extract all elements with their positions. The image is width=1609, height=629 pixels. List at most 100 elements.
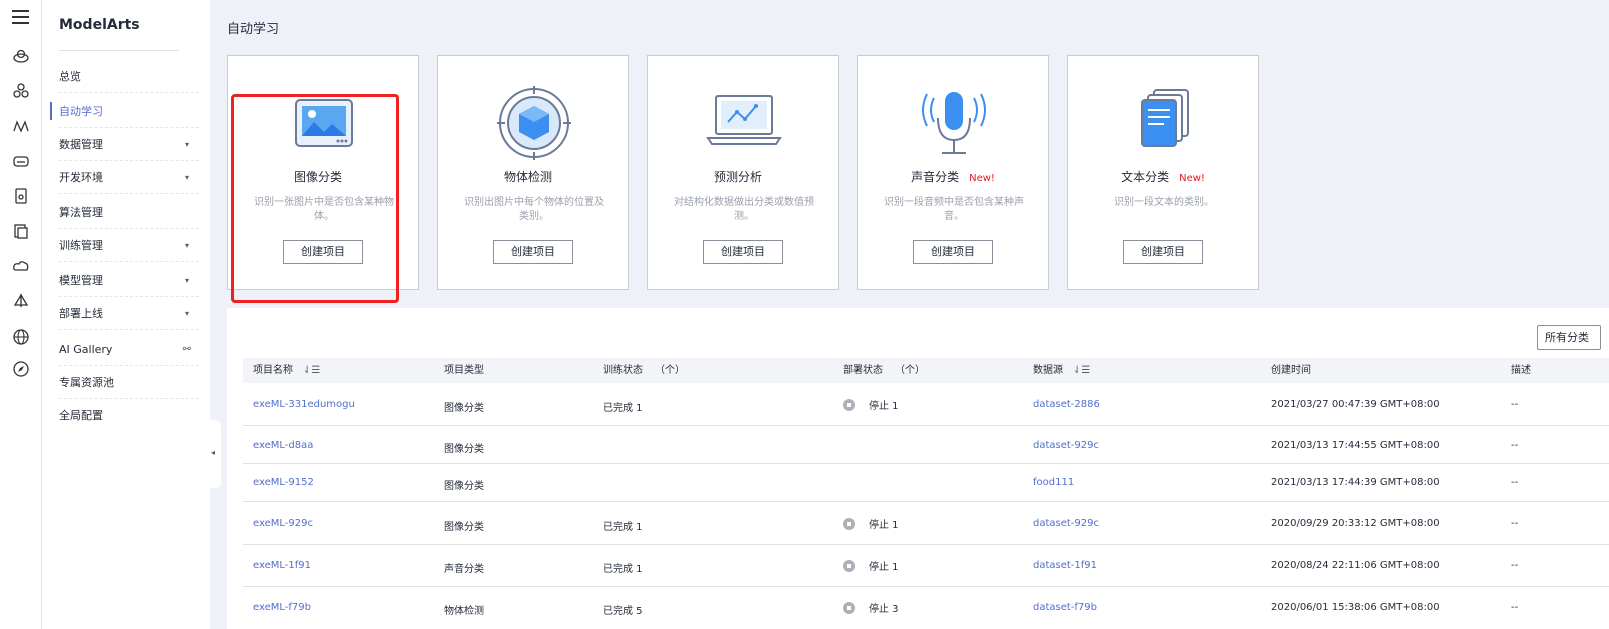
stopped-status-icon bbox=[843, 518, 855, 530]
dataset-link[interactable]: food111 bbox=[1033, 477, 1074, 488]
dataset-link[interactable]: dataset-929c bbox=[1033, 440, 1099, 451]
card-object-detection[interactable]: 物体检测 识别出图片中每个物体的位置及类别。 创建项目 bbox=[437, 55, 629, 290]
created-time: 2020/08/24 22:11:06 GMT+08:00 bbox=[1271, 560, 1440, 571]
sidebar-item-resource-pool[interactable]: 专属资源池 bbox=[59, 366, 199, 399]
column-header-dataset[interactable]: 数据源 ⇃☰ bbox=[1033, 358, 1090, 383]
sidebar-item-models[interactable]: 模型管理 ▾ bbox=[59, 264, 199, 297]
menu-icon[interactable] bbox=[12, 10, 29, 24]
sidebar-item-label: 全局配置 bbox=[59, 409, 103, 422]
table-row: exeML-331edumogu 图像分类 已完成 1 停止 1 dataset… bbox=[243, 383, 1609, 426]
card-description: 识别一段音频中是否包含某种声音。 bbox=[884, 197, 1024, 222]
stopped-status-icon bbox=[843, 560, 855, 572]
card-predictive-analysis[interactable]: 预测分析 对结构化数据做出分类或数值预测。 创建项目 bbox=[647, 55, 839, 290]
sidebar-item-label: 总览 bbox=[59, 70, 81, 83]
project-name-link[interactable]: exeML-9152 bbox=[253, 477, 314, 488]
card-sound-classification[interactable]: 声音分类 New! 识别一段音频中是否包含某种声音。 创建项目 bbox=[857, 55, 1049, 290]
table-row: exeML-d8aa 图像分类 dataset-929c 2021/03/13 … bbox=[243, 426, 1609, 464]
main-content: 自动学习 图像分类 识别一张图片中是否包含某种物体。 创建项目 物体检测 识别出… bbox=[210, 0, 1609, 629]
chevron-down-icon: ▾ bbox=[184, 309, 189, 318]
stopped-status-icon bbox=[843, 399, 855, 411]
sidebar-item-label: 自动学习 bbox=[59, 105, 103, 118]
sidebar: ModelArts 总览 自动学习 数据管理 ▾ 开发环境 ▾ 算法管理 训练管理 ▾… bbox=[42, 0, 210, 629]
nodes-icon[interactable] bbox=[12, 117, 30, 135]
description: -- bbox=[1511, 518, 1519, 529]
network-icon[interactable] bbox=[12, 82, 30, 100]
project-type: 图像分类 bbox=[444, 522, 484, 533]
sidebar-item-label: 算法管理 bbox=[59, 206, 103, 219]
brand-title: ModelArts bbox=[59, 17, 140, 33]
sidebar-item-label: 模型管理 bbox=[59, 274, 103, 287]
sidebar-item-ai-gallery[interactable]: AI Gallery ⚯ bbox=[59, 333, 199, 366]
created-time: 2020/06/01 15:38:06 GMT+08:00 bbox=[1271, 602, 1440, 613]
stopped-status-icon bbox=[843, 602, 855, 614]
card-description: 对结构化数据做出分类或数值预测。 bbox=[674, 197, 814, 222]
card-text-classification[interactable]: 文本分类 New! 识别一段文本的类别。 创建项目 bbox=[1067, 55, 1259, 290]
description: -- bbox=[1511, 399, 1519, 410]
table-row: exeML-929c 图像分类 已完成 1 停止 1 dataset-929c … bbox=[243, 502, 1609, 545]
sidebar-item-label: 开发环境 bbox=[59, 171, 103, 184]
external-link-icon: ⚯ bbox=[182, 344, 191, 355]
sidebar-item-overview[interactable]: 总览 bbox=[59, 60, 199, 93]
create-project-button[interactable]: 创建项目 bbox=[703, 240, 783, 264]
sidebar-item-training[interactable]: 训练管理 ▾ bbox=[59, 229, 199, 262]
divider bbox=[59, 50, 179, 51]
cloud-service-icon[interactable] bbox=[12, 47, 30, 65]
created-time: 2021/03/27 00:47:39 GMT+08:00 bbox=[1271, 399, 1440, 410]
sidebar-item-deploy[interactable]: 部署上线 ▾ bbox=[59, 297, 199, 330]
create-project-button[interactable]: 创建项目 bbox=[1123, 240, 1203, 264]
globe-icon[interactable] bbox=[12, 328, 30, 346]
card-title: 预测分析 bbox=[713, 170, 762, 184]
deploy-status: 停止 1 bbox=[843, 397, 899, 412]
text-classification-icon bbox=[1124, 86, 1204, 161]
cloud-icon[interactable] bbox=[12, 257, 30, 275]
storage-icon[interactable] bbox=[12, 187, 30, 205]
column-header-name[interactable]: 项目名称 ⇃☰ bbox=[253, 358, 320, 383]
project-name-link[interactable]: exeML-f79b bbox=[253, 602, 311, 613]
train-status: 已完成 1 bbox=[603, 403, 643, 414]
card-title: 物体检测 bbox=[503, 170, 552, 184]
deploy-status: 停止 3 bbox=[843, 600, 899, 615]
sidebar-item-global-config[interactable]: 全局配置 bbox=[59, 399, 199, 432]
dataset-link[interactable]: dataset-2886 bbox=[1033, 399, 1100, 410]
project-name-link[interactable]: exeML-929c bbox=[253, 518, 313, 529]
chevron-down-icon: ▾ bbox=[184, 276, 189, 285]
train-status: 已完成 5 bbox=[603, 606, 643, 617]
description: -- bbox=[1511, 560, 1519, 571]
sidebar-item-label: 专属资源池 bbox=[59, 376, 114, 389]
dataset-link[interactable]: dataset-929c bbox=[1033, 518, 1099, 529]
new-badge: New! bbox=[969, 173, 995, 184]
project-name-link[interactable]: exeML-331edumogu bbox=[253, 399, 355, 410]
predictive-analysis-icon bbox=[704, 86, 784, 161]
database-icon[interactable] bbox=[12, 152, 30, 170]
sidebar-collapse-handle[interactable]: ◂ bbox=[209, 420, 221, 488]
card-description: 识别出图片中每个物体的位置及类别。 bbox=[464, 197, 604, 222]
table-row: exeML-9152 图像分类 food111 2021/03/13 17:44… bbox=[243, 464, 1609, 502]
created-time: 2021/03/13 17:44:55 GMT+08:00 bbox=[1271, 440, 1440, 451]
project-name-link[interactable]: exeML-1f91 bbox=[253, 560, 311, 571]
train-status: 已完成 1 bbox=[603, 522, 643, 533]
sail-icon[interactable] bbox=[12, 292, 30, 310]
chevron-down-icon: ▾ bbox=[184, 241, 189, 250]
description: -- bbox=[1511, 440, 1519, 451]
page-title: 自动学习 bbox=[227, 22, 280, 37]
sidebar-item-data-management[interactable]: 数据管理 ▾ bbox=[59, 128, 199, 161]
column-header-created: 创建时间 bbox=[1271, 365, 1311, 376]
project-type: 图像分类 bbox=[444, 444, 484, 455]
table-header: 项目名称 ⇃☰ 项目类型 训练状态 （个） 部署状态 （个） 数据源 ⇃☰ 创建时间 描… bbox=[243, 358, 1609, 383]
project-name-link[interactable]: exeML-d8aa bbox=[253, 440, 313, 451]
sidebar-item-label: AI Gallery bbox=[59, 343, 113, 356]
sidebar-item-auto-learning[interactable]: 自动学习 bbox=[59, 95, 199, 128]
category-filter-select[interactable]: 所有分类 bbox=[1537, 325, 1601, 350]
create-project-button[interactable]: 创建项目 bbox=[913, 240, 993, 264]
chevron-down-icon: ▾ bbox=[184, 173, 189, 182]
compass-icon[interactable] bbox=[12, 360, 30, 378]
document-icon[interactable] bbox=[12, 222, 30, 240]
object-detection-icon bbox=[494, 86, 574, 161]
dataset-link[interactable]: dataset-1f91 bbox=[1033, 560, 1097, 571]
sidebar-item-dev-env[interactable]: 开发环境 ▾ bbox=[59, 161, 199, 194]
sidebar-item-algorithm[interactable]: 算法管理 bbox=[59, 196, 199, 229]
active-indicator bbox=[50, 102, 52, 120]
create-project-button[interactable]: 创建项目 bbox=[493, 240, 573, 264]
table-row: exeML-f79b 物体检测 已完成 5 停止 3 dataset-f79b … bbox=[243, 587, 1609, 629]
dataset-link[interactable]: dataset-f79b bbox=[1033, 602, 1097, 613]
